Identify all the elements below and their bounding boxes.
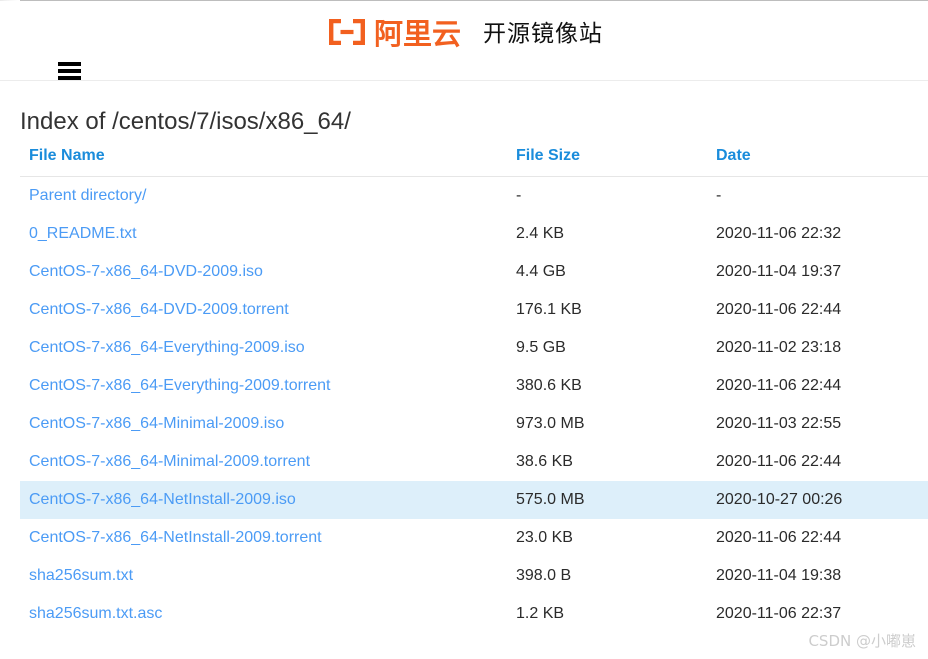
cell-file-size: 9.5 GB	[516, 339, 566, 356]
table-row[interactable]: Parent directory/ - -	[20, 177, 928, 216]
table-row[interactable]: CentOS-7-x86_64-Minimal-2009.torrent 38.6…	[20, 443, 928, 481]
table-row[interactable]: CentOS-7-x86_64-DVD-2009.iso 4.4 GB 2020-1…	[20, 253, 928, 291]
file-link[interactable]: CentOS-7-x86_64-NetInstall-2009.torrent	[29, 529, 322, 546]
hamburger-menu-icon[interactable]	[58, 62, 81, 80]
cell-file-name: CentOS-7-x86_64-Minimal-2009.torrent	[20, 443, 507, 481]
hamburger-bar-2	[58, 69, 81, 73]
table-row[interactable]: CentOS-7-x86_64-Everything-2009.torrent 3…	[20, 367, 928, 405]
cell-date: 2020-11-06 22:37	[716, 605, 842, 622]
file-link[interactable]: sha256sum.txt	[29, 567, 133, 584]
main-content: Index of /centos/7/isos/x86_64/ File Nam…	[0, 81, 928, 659]
cell-file-name: CentOS-7-x86_64-Everything-2009.torrent	[20, 367, 507, 405]
cell-file-name: sha256sum.txt	[20, 557, 507, 595]
cell-date: 2020-11-02 23:18	[716, 339, 842, 356]
cell-file-name: CentOS-7-x86_64-DVD-2009.torrent	[20, 291, 507, 329]
table-row[interactable]: 0_README.txt 2.4 KB 2020-11-06 22:32	[20, 215, 928, 253]
cell-date: -	[716, 187, 722, 204]
file-link[interactable]: sha256sum.txt.asc	[29, 605, 162, 622]
cell-file-size: 398.0 B	[516, 567, 572, 584]
aliyun-logo[interactable]: 阿里云	[325, 17, 461, 51]
file-link[interactable]: CentOS-7-x86_64-NetInstall-2009.iso	[29, 491, 296, 508]
cell-file-size: -	[516, 187, 522, 204]
table-row[interactable]: sha256sum.txt.asc 1.2 KB 2020-11-06 22:37	[20, 595, 928, 633]
file-link[interactable]: CentOS-7-x86_64-Minimal-2009.torrent	[29, 453, 310, 470]
cell-file-name: CentOS-7-x86_64-NetInstall-2009.iso	[20, 481, 507, 519]
cell-file-size: 176.1 KB	[516, 301, 582, 318]
file-link[interactable]: CentOS-7-x86_64-Minimal-2009.iso	[29, 415, 284, 432]
cell-file-name: CentOS-7-x86_64-DVD-2009.iso	[20, 253, 507, 291]
cell-file-name: 0_README.txt	[20, 215, 507, 253]
cell-date: 2020-11-03 22:55	[716, 415, 842, 432]
cell-file-name: sha256sum.txt.asc	[20, 595, 507, 633]
cell-file-size: 575.0 MB	[507, 481, 707, 519]
file-link[interactable]: CentOS-7-x86_64-DVD-2009.torrent	[29, 301, 289, 318]
column-header-file-size[interactable]: File Size	[507, 147, 707, 177]
cell-file-size: 23.0 KB	[516, 529, 573, 546]
cell-date: 2020-11-06 22:44	[716, 301, 842, 318]
cell-date: 2020-10-27 00:26	[707, 481, 928, 519]
cell-date: 2020-11-06 22:44	[716, 529, 842, 546]
table-header: File Name File Size Date	[20, 147, 928, 177]
cell-file-name: Parent directory/	[20, 177, 507, 216]
file-link[interactable]: Parent directory/	[29, 187, 146, 204]
table-row[interactable]: CentOS-7-x86_64-Everything-2009.iso 9.5 G…	[20, 329, 928, 367]
cell-file-size: 973.0 MB	[516, 415, 585, 432]
file-link[interactable]: 0_README.txt	[29, 225, 137, 242]
cell-date: 2020-11-04 19:37	[716, 263, 842, 280]
table-row[interactable]: CentOS-7-x86_64-NetInstall-2009.iso 575.0…	[20, 481, 928, 519]
cell-date: 2020-11-06 22:44	[716, 453, 842, 470]
cell-file-name: CentOS-7-x86_64-Minimal-2009.iso	[20, 405, 507, 443]
column-header-date[interactable]: Date	[707, 147, 928, 177]
file-link[interactable]: CentOS-7-x86_64-Everything-2009.torrent	[29, 377, 331, 394]
cell-date: 2020-11-06 22:44	[716, 377, 842, 394]
cell-file-name: CentOS-7-x86_64-NetInstall-2009.torrent	[20, 519, 507, 557]
cell-file-size: 4.4 GB	[516, 263, 566, 280]
file-link[interactable]: CentOS-7-x86_64-Everything-2009.iso	[29, 339, 305, 356]
cell-file-size: 2.4 KB	[516, 225, 565, 242]
file-link[interactable]: CentOS-7-x86_64-DVD-2009.iso	[29, 263, 263, 280]
table-row[interactable]: CentOS-7-x86_64-Minimal-2009.iso 973.0 MB…	[20, 405, 928, 443]
hamburger-bar-1	[58, 62, 81, 66]
cell-file-size: 38.6 KB	[516, 453, 573, 470]
cell-file-size: 380.6 KB	[516, 377, 582, 394]
aliyun-logo-mark	[325, 17, 369, 51]
cell-file-size: 1.2 KB	[516, 605, 565, 622]
brand-tagline: 开源镜像站	[483, 20, 603, 47]
hamburger-bar-3	[58, 76, 81, 80]
table-row[interactable]: sha256sum.txt 398.0 B 2020-11-04 19:38	[20, 557, 928, 595]
cell-file-name: CentOS-7-x86_64-Everything-2009.iso	[20, 329, 507, 367]
table-body: Parent directory/ - - 0_README.txt 2.4 KB 202…	[20, 177, 928, 634]
aliyun-logo-text: 阿里云	[373, 16, 461, 51]
cell-date: 2020-11-04 19:38	[716, 567, 842, 584]
brand-block: 阿里云 开源镜像站	[0, 1, 928, 67]
cell-date: 2020-11-06 22:32	[716, 225, 842, 242]
column-header-file-name[interactable]: File Name	[20, 147, 507, 177]
site-header: 阿里云 开源镜像站	[0, 1, 928, 81]
table-row[interactable]: CentOS-7-x86_64-NetInstall-2009.torrent 2…	[20, 519, 928, 557]
page-title: Index of /centos/7/isos/x86_64/	[20, 108, 351, 135]
table-header-row: File Name File Size Date	[20, 147, 928, 177]
table-row[interactable]: CentOS-7-x86_64-DVD-2009.torrent 176.1 KB…	[20, 291, 928, 329]
file-listing-table: File Name File Size Date Parent director…	[20, 147, 928, 633]
page-shell: 阿里云 开源镜像站 Index of /centos/7/isos/x86_64…	[0, 0, 928, 659]
